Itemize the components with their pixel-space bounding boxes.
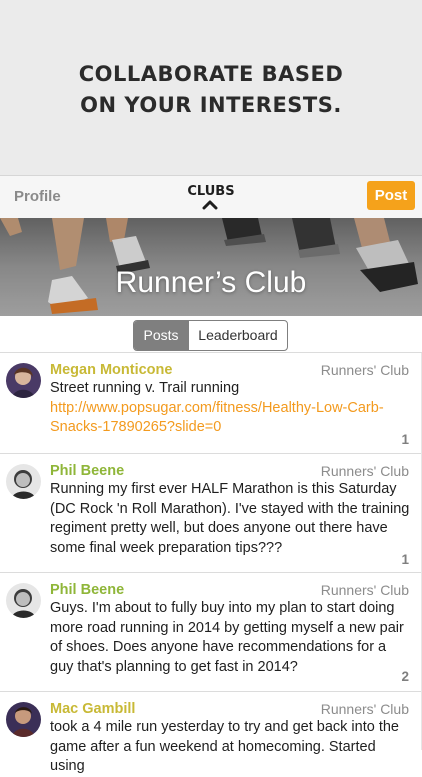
post-item[interactable]: Phil Beene Runners' Club Running my firs… [0, 454, 422, 573]
club-hero: Runner’s Club [0, 218, 422, 316]
post-author[interactable]: Phil Beene [50, 463, 124, 479]
post-author[interactable]: Megan Monticone [50, 362, 172, 378]
post-club: Runners' Club [320, 582, 409, 598]
comment-count: 1 [401, 552, 409, 567]
post-link[interactable]: http://www.popsugar.com/fitness/Healthy-… [50, 399, 412, 438]
page-title[interactable]: CLUBS [0, 184, 422, 199]
avatar-photo [6, 464, 41, 499]
post-button[interactable]: Post [367, 181, 415, 210]
post-item[interactable]: Megan Monticone Runners' Club Street run… [0, 353, 422, 454]
post-author[interactable]: Mac Gambill [50, 701, 135, 717]
comment-count: 1 [401, 432, 409, 447]
post-author[interactable]: Phil Beene [50, 582, 124, 598]
avatar-photo [6, 583, 41, 618]
avatar-photo [6, 702, 41, 737]
nav-bar: Profile CLUBS Post [0, 176, 422, 218]
avatar[interactable] [6, 702, 41, 737]
avatar[interactable] [6, 583, 41, 618]
avatar[interactable] [6, 363, 41, 398]
post-text: Street running v. Trail running [50, 380, 240, 396]
promo-headline-line-2: ON YOUR INTERESTS. [80, 93, 342, 117]
promo-banner: COLLABORATE BASED ON YOUR INTERESTS. [0, 0, 422, 175]
post-club: Runners' Club [320, 701, 409, 717]
post-club: Runners' Club [320, 463, 409, 479]
post-club: Runners' Club [320, 362, 409, 378]
posts-leaderboard-switch: Posts Leaderboard [133, 320, 288, 351]
post-item[interactable]: Mac Gambill Runners' Club took a 4 mile … [0, 692, 422, 774]
avatar[interactable] [6, 464, 41, 499]
post-body: Street running v. Trail running http://w… [50, 379, 412, 438]
club-name: Runner’s Club [115, 266, 307, 299]
chevron-up-icon[interactable] [202, 200, 218, 210]
post-text: Guys. I'm about to fully buy into my pla… [50, 600, 404, 675]
tab-leaderboard[interactable]: Leaderboard [189, 321, 287, 350]
promo-headline-line-1: COLLABORATE BASED [78, 62, 344, 86]
post-text: took a 4 mile run yesterday to try and g… [50, 719, 399, 774]
avatar-photo [6, 363, 41, 398]
post-text: Running my first ever HALF Marathon is t… [50, 481, 410, 556]
tab-posts[interactable]: Posts [134, 321, 188, 350]
post-item[interactable]: Phil Beene Runners' Club Guys. I'm about… [0, 573, 422, 692]
comment-count: 2 [401, 669, 409, 684]
